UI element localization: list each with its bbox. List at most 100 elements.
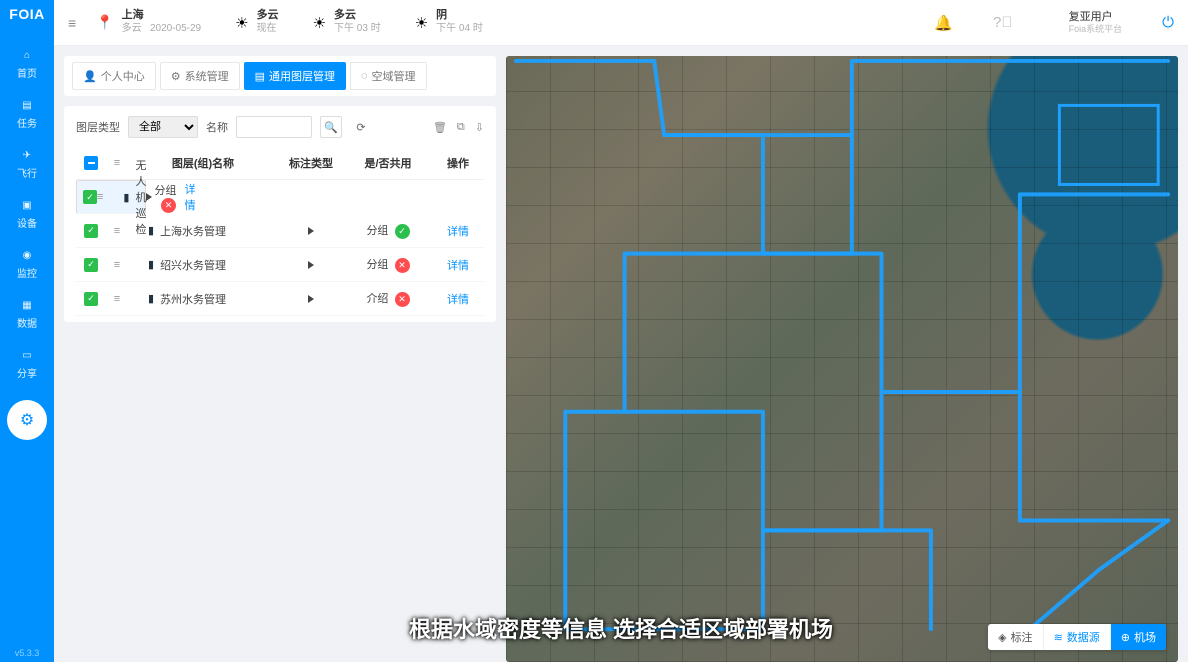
tab-layers[interactable]: ▤ 通用图层管理 xyxy=(244,62,346,90)
export-icon[interactable]: ⇩ xyxy=(475,121,484,134)
brand-logo: FOIA xyxy=(9,6,44,22)
gear-icon: ⚙ xyxy=(171,70,181,83)
name-label: 名称 xyxy=(206,119,228,135)
gear-icon: ⚙ xyxy=(20,410,34,430)
copy-icon[interactable]: ⧉ xyxy=(457,121,465,134)
name-input[interactable] xyxy=(236,116,312,138)
tag-icon: ◈ xyxy=(998,631,1006,644)
user-icon: 👤 xyxy=(83,70,97,83)
nav-flight[interactable]: ✈ 飞行 xyxy=(7,142,47,192)
nav-label: 分享 xyxy=(17,365,37,380)
search-icon: 🔍 xyxy=(324,121,338,134)
sidebar: FOIA ⌂ 首页 ▤ 任务 ✈ 飞行 ▣ 设备 ◉ 监控 ▦ 数据 ▭ 分享 … xyxy=(0,0,54,662)
city-label: 上海 xyxy=(122,9,202,23)
nav-share[interactable]: ▭ 分享 xyxy=(7,342,47,392)
bell-icon[interactable]: 🔔 xyxy=(934,14,953,32)
filters: 图层类型 全部 名称 🔍 ⟳ 🗑 ⧉ ⇩ xyxy=(64,106,496,322)
table-row[interactable]: ✓ ≡ ▮无人机巡检 分组 ✕ 详情 xyxy=(76,180,146,214)
type-label: 图层类型 xyxy=(76,119,120,135)
header: ≡ 📍 上海 多云 2020-05-29 ☀ 多云 现在 ☀ 多云 下午 03 xyxy=(54,0,1188,46)
left-panel: 👤 个人中心 ⚙ 系统管理 ▤ 通用图层管理 ◌ 空域管理 图层 xyxy=(64,56,496,662)
delete-icon[interactable]: 🗑 xyxy=(433,121,447,134)
drone-icon: ✈ xyxy=(23,150,31,161)
map-toolbar: ◈ 标注 ≋ 数据源 ⊕ 机场 xyxy=(988,624,1166,650)
share-icon: ▭ xyxy=(22,350,31,361)
nav-label: 任务 xyxy=(17,115,37,130)
nav-label: 数据 xyxy=(17,315,37,330)
data-icon: ▦ xyxy=(22,300,31,311)
nav-home[interactable]: ⌂ 首页 xyxy=(7,42,47,92)
weather-next1: ☀ 多云 下午 03 时 xyxy=(313,9,381,35)
water-overlay xyxy=(506,56,1178,639)
drag-icon[interactable]: ≡ xyxy=(114,225,120,237)
folder-icon: ▮ xyxy=(148,224,154,237)
map[interactable]: ◈ 标注 ≋ 数据源 ⊕ 机场 xyxy=(506,56,1178,662)
sun-icon: ☀ xyxy=(235,14,248,32)
status-badge: ✕ xyxy=(161,198,176,213)
detail-link[interactable]: 详情 xyxy=(185,184,196,212)
detail-link[interactable]: 详情 xyxy=(447,260,469,272)
layers-icon: ≋ xyxy=(1054,631,1063,644)
refresh-icon: ⟳ xyxy=(356,121,365,134)
user-block[interactable]: 复亚用户 Foia系统平台 xyxy=(1069,11,1123,35)
nav-label: 首页 xyxy=(17,65,37,80)
type-icon xyxy=(308,295,314,303)
detail-link[interactable]: 详情 xyxy=(447,226,469,238)
nav-data[interactable]: ▦ 数据 xyxy=(7,292,47,342)
folder-icon: ▮ xyxy=(148,258,154,271)
folder-icon: ▮ xyxy=(123,191,129,204)
location-block: 📍 上海 多云 2020-05-29 xyxy=(96,9,201,35)
nav-tasks[interactable]: ▤ 任务 xyxy=(7,92,47,142)
detail-link[interactable]: 详情 xyxy=(447,294,469,306)
status-badge: ✓ xyxy=(395,224,410,239)
sun-icon: ☀ xyxy=(313,14,326,32)
weather-now: ☀ 多云 现在 xyxy=(235,9,278,35)
checkbox-all[interactable] xyxy=(84,156,98,170)
table-row[interactable]: ✓ ≡ ▮苏州水务管理 介绍 ✕ 详情 xyxy=(76,282,484,316)
help-icon[interactable]: ?⃝ xyxy=(993,14,1013,31)
layers-icon: ▤ xyxy=(255,70,265,83)
pin-icon: 📍 xyxy=(96,14,113,31)
checkbox[interactable]: ✓ xyxy=(84,258,98,272)
collapse-icon[interactable]: ≡ xyxy=(68,15,76,31)
nav-devices[interactable]: ▣ 设备 xyxy=(7,192,47,242)
checkbox[interactable]: ✓ xyxy=(84,292,98,306)
checkbox[interactable]: ✓ xyxy=(83,190,97,204)
tab-system[interactable]: ⚙ 系统管理 xyxy=(160,62,240,90)
main: ≡ 📍 上海 多云 2020-05-29 ☀ 多云 现在 ☀ 多云 下午 03 xyxy=(54,0,1188,662)
location-sub: 多云 2020-05-29 xyxy=(122,23,202,36)
type-icon xyxy=(308,261,314,269)
search-button[interactable]: 🔍 xyxy=(320,116,342,138)
device-icon: ▣ xyxy=(22,200,31,211)
nav-label: 飞行 xyxy=(17,165,37,180)
content: 👤 个人中心 ⚙ 系统管理 ▤ 通用图层管理 ◌ 空域管理 图层 xyxy=(54,46,1188,662)
weather-next2: ☀ 阴 下午 04 时 xyxy=(415,9,483,35)
map-tool-airport[interactable]: ⊕ 机场 xyxy=(1111,624,1166,650)
version-label: v5.3.3 xyxy=(15,648,40,658)
tabs: 👤 个人中心 ⚙ 系统管理 ▤ 通用图层管理 ◌ 空域管理 xyxy=(64,56,496,96)
checkbox[interactable]: ✓ xyxy=(84,224,98,238)
monitor-icon: ◉ xyxy=(23,250,32,261)
folder-icon: ▮ xyxy=(148,292,154,305)
tab-personal[interactable]: 👤 个人中心 xyxy=(72,62,156,90)
status-badge: ✕ xyxy=(395,292,410,307)
home-icon: ⌂ xyxy=(24,50,30,61)
reset-button[interactable]: ⟳ xyxy=(350,116,372,138)
nav-settings[interactable]: ⚙ xyxy=(7,400,47,440)
map-tool-annotate[interactable]: ◈ 标注 xyxy=(988,624,1043,650)
table: ≡ 图层(组)名称 标注类型 是/否共用 操作 ✓ ≡ ▮无人机巡检 分组 ✕ … xyxy=(76,146,484,316)
table-row[interactable]: ✓ ≡ ▮绍兴水务管理 分组 ✕ 详情 xyxy=(76,248,484,282)
drag-icon[interactable]: ≡ xyxy=(114,259,120,271)
drag-icon[interactable]: ≡ xyxy=(114,293,120,305)
tasks-icon: ▤ xyxy=(22,100,31,111)
airport-icon: ⊕ xyxy=(1121,631,1130,644)
power-icon[interactable]: ⏻ xyxy=(1162,14,1174,31)
type-icon xyxy=(308,227,314,235)
tab-airspace[interactable]: ◌ 空域管理 xyxy=(350,62,427,90)
status-badge: ✕ xyxy=(395,258,410,273)
airspace-icon: ◌ xyxy=(361,70,368,82)
type-select[interactable]: 全部 xyxy=(128,116,198,138)
nav-label: 设备 xyxy=(17,215,37,230)
nav-monitor[interactable]: ◉ 监控 xyxy=(7,242,47,292)
map-tool-datasource[interactable]: ≋ 数据源 xyxy=(1044,624,1111,650)
